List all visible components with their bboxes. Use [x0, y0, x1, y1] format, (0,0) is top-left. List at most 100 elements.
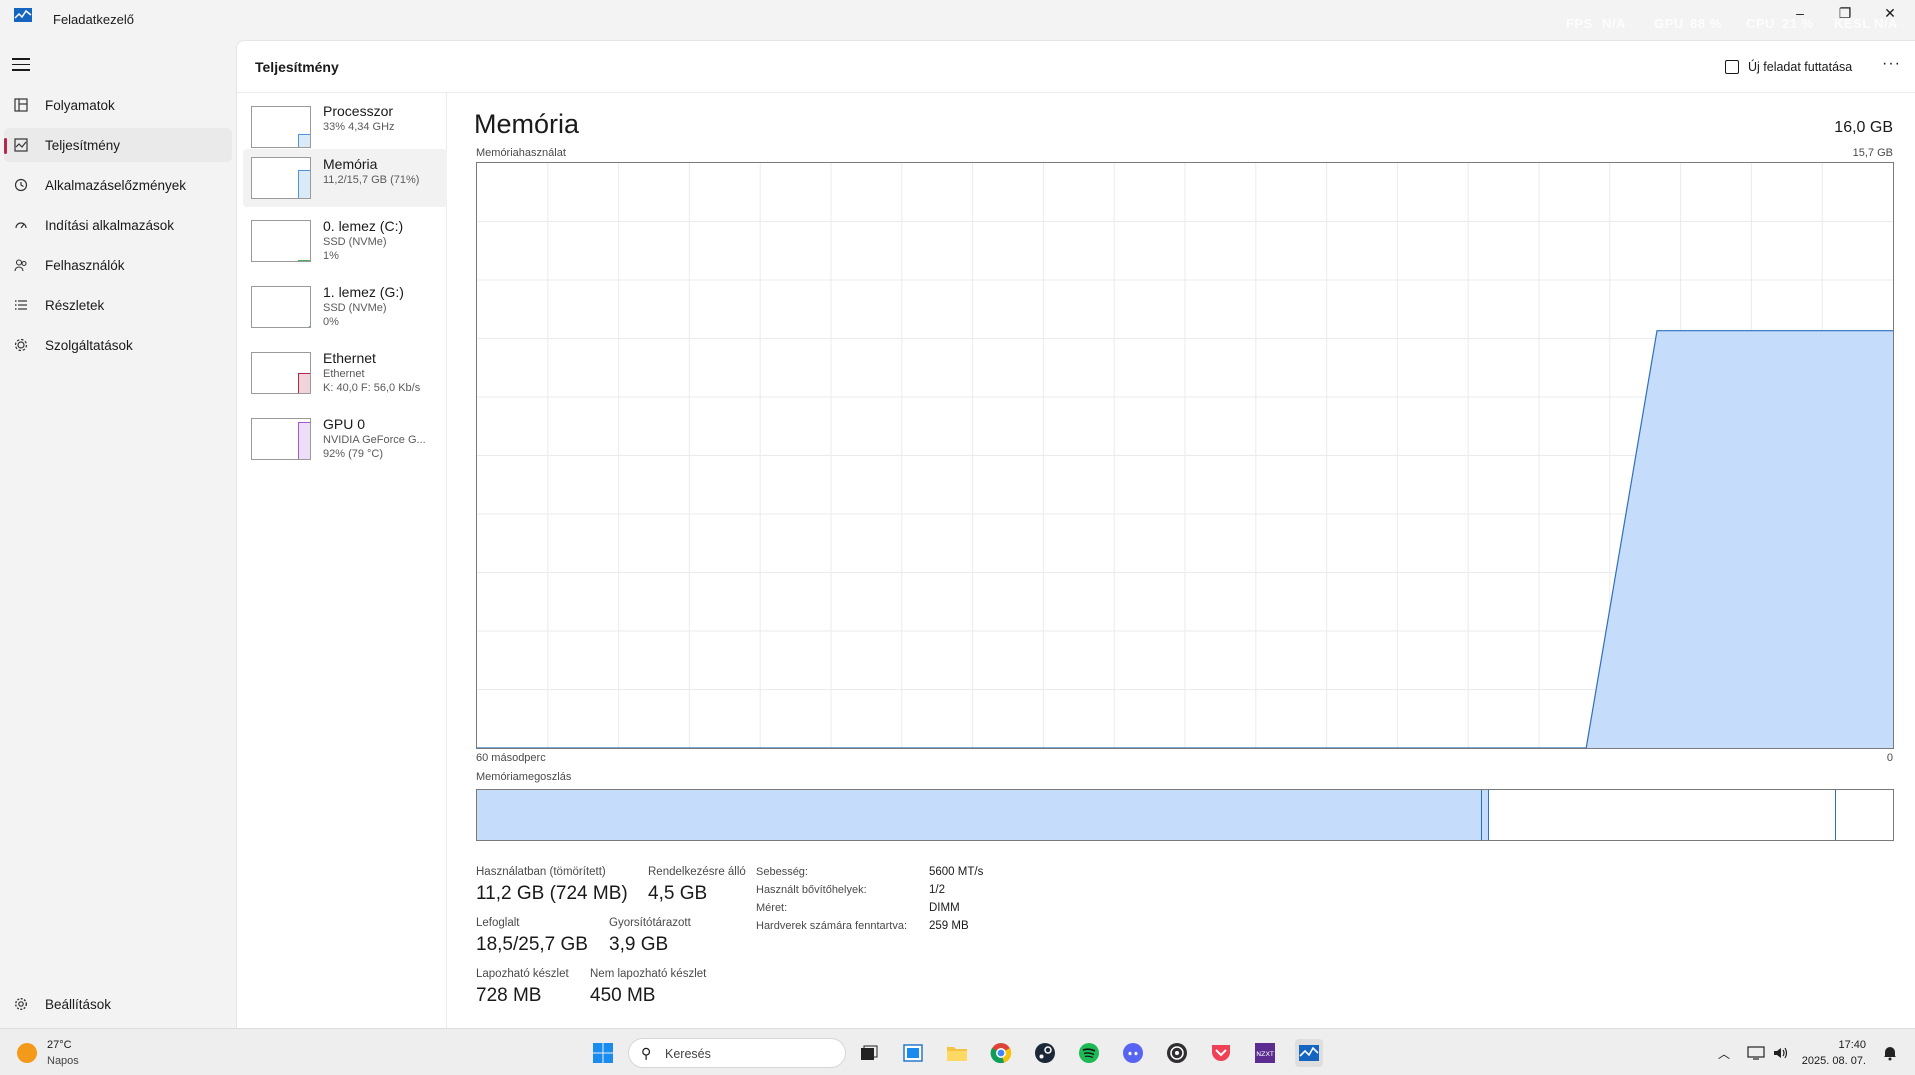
- file-explorer-icon[interactable]: [943, 1039, 971, 1067]
- overlay-gpu-value: 88 %: [1690, 16, 1722, 31]
- taskbar-search-box[interactable]: ⚲ Keresés: [628, 1038, 846, 1068]
- overlay-fps-label: FPS: [1566, 16, 1593, 31]
- spec-hw-reserved-label: Hardverek számára fenntartva:: [756, 920, 908, 932]
- sidebar-item-label: Folyamatok: [45, 97, 115, 113]
- device-name: Memória: [323, 156, 378, 172]
- composition-free: [1836, 790, 1893, 840]
- chrome-icon[interactable]: [987, 1039, 1015, 1067]
- startup-icon: [12, 216, 30, 234]
- sidebar-item-label: Szolgáltatások: [45, 337, 133, 353]
- usage-graph-label: Memóriahasználat: [476, 147, 566, 159]
- discord-icon[interactable]: [1119, 1039, 1147, 1067]
- volume-icon[interactable]: [1767, 1039, 1795, 1067]
- page-title: Teljesítmény: [255, 59, 339, 75]
- stat-nonpaged-pool-value: 450 MB: [590, 985, 656, 1006]
- sidebar-item-settings[interactable]: Beállítások: [4, 987, 232, 1021]
- more-options-button[interactable]: ···: [1882, 55, 1901, 73]
- device-name: Processzor: [323, 103, 394, 119]
- main-panel: Teljesítmény Új feladat futtatása ··· Pr…: [236, 40, 1915, 1029]
- network-icon[interactable]: [1742, 1039, 1770, 1067]
- sidebar-item-app-history[interactable]: Alkalmazáselőzmények: [4, 168, 232, 202]
- stat-available-value: 4,5 GB: [648, 883, 708, 904]
- device-item-disk-c[interactable]: 0. lemez (C:) SSD (NVMe) 1%: [243, 213, 447, 273]
- device-sub: Ethernet: [323, 368, 365, 380]
- device-item-memory[interactable]: Memória 11,2/15,7 GB (71%): [243, 149, 447, 207]
- run-new-task-button[interactable]: Új feladat futtatása: [1725, 55, 1852, 79]
- device-sub: NVIDIA GeForce G...: [323, 434, 426, 446]
- sidebar-item-services[interactable]: Szolgáltatások: [4, 328, 232, 362]
- spec-speed-value: 5600 MT/s: [929, 866, 984, 878]
- device-sub: 1%: [323, 250, 339, 262]
- new-task-icon: [1725, 60, 1739, 74]
- time-axis-start-label: 60 másodperc: [476, 752, 546, 764]
- composition-modified: [1482, 790, 1489, 840]
- task-manager-taskbar-icon[interactable]: [1295, 1039, 1323, 1067]
- start-windows-icon[interactable]: [589, 1039, 617, 1067]
- stat-in-use-label: Használatban (tömörített): [476, 866, 606, 878]
- sidebar-item-label: Indítási alkalmazások: [45, 217, 175, 233]
- clock-date[interactable]: 2025. 08. 07.: [1796, 1055, 1866, 1067]
- widgets-icon[interactable]: [899, 1039, 927, 1067]
- close-button[interactable]: ✕: [1868, 2, 1912, 24]
- stat-in-use-value: 11,2 GB (724 MB): [476, 883, 628, 904]
- spotify-icon[interactable]: [1075, 1039, 1103, 1067]
- header-divider: [237, 92, 1915, 93]
- svg-text:NZXT: NZXT: [1256, 1050, 1274, 1058]
- sidebar-item-label: Beállítások: [45, 996, 112, 1012]
- detail-title: Memória: [474, 109, 580, 139]
- sidebar-item-label: Teljesítmény: [45, 137, 121, 153]
- device-list: Processzor 33% 4,34 GHz Memória 11,2/15,…: [237, 93, 447, 1029]
- sidebar-item-users[interactable]: Felhasználók: [4, 248, 232, 282]
- device-item-ethernet[interactable]: Ethernet Ethernet K: 40,0 F: 56,0 Kb/s: [243, 345, 447, 405]
- run-new-task-label: Új feladat futtatása: [1748, 60, 1853, 74]
- sidebar-item-processes[interactable]: Folyamatok: [4, 88, 232, 122]
- stat-nonpaged-pool-label: Nem lapozható készlet: [590, 968, 707, 980]
- spec-form-factor-label: Méret:: [756, 902, 788, 914]
- device-sub: K: 40,0 F: 56,0 Kb/s: [323, 382, 421, 394]
- spec-speed-label: Sebesség:: [756, 866, 808, 878]
- device-item-cpu[interactable]: Processzor 33% 4,34 GHz: [243, 101, 447, 153]
- disk-c-thumbnail-graph: [251, 220, 311, 262]
- memory-composition-bar: [476, 789, 1894, 841]
- weather-temperature[interactable]: 27°C: [47, 1039, 72, 1051]
- composition-label: Memóriamegoszlás: [476, 771, 572, 783]
- spec-form-factor-value: DIMM: [929, 902, 960, 914]
- pocket-icon[interactable]: [1207, 1039, 1235, 1067]
- hamburger-menu-icon[interactable]: [12, 58, 30, 72]
- stat-cached-label: Gyorsítótárazott: [609, 917, 691, 929]
- device-item-gpu[interactable]: GPU 0 NVIDIA GeForce G... 92% (79 °C): [243, 411, 447, 471]
- maximize-button[interactable]: ❐: [1823, 2, 1867, 24]
- device-name: Ethernet: [323, 350, 376, 366]
- taskbar: 27°C Napos ⚲ Keresés NZXT ︿ 17:40 2025. …: [0, 1028, 1915, 1075]
- stat-paged-pool-label: Lapozható készlet: [476, 968, 569, 980]
- weather-condition[interactable]: Napos: [47, 1055, 79, 1067]
- composition-in-use: [477, 790, 1482, 840]
- spec-hw-reserved-value: 259 MB: [929, 920, 969, 932]
- sidebar-item-details[interactable]: Részletek: [4, 288, 232, 322]
- device-sub: SSD (NVMe): [323, 236, 387, 248]
- device-item-disk-g[interactable]: 1. lemez (G:) SSD (NVMe) 0%: [243, 279, 447, 339]
- obs-icon[interactable]: [1163, 1039, 1191, 1067]
- search-icon: ⚲: [641, 1045, 652, 1061]
- nzxt-cam-icon[interactable]: NZXT: [1251, 1039, 1279, 1067]
- spec-slots-label: Használt bővítőhelyek:: [756, 884, 867, 896]
- overlay-fps-value: N/A: [1602, 16, 1626, 31]
- steam-icon[interactable]: [1031, 1039, 1059, 1067]
- details-icon: [12, 296, 30, 314]
- task-view-icon[interactable]: [855, 1039, 883, 1067]
- performance-icon: [12, 136, 30, 154]
- notification-icon[interactable]: [1876, 1039, 1904, 1067]
- clock-time[interactable]: 17:40: [1808, 1039, 1866, 1051]
- sidebar-item-performance[interactable]: Teljesítmény: [4, 128, 232, 162]
- spec-slots-value: 1/2: [929, 884, 945, 896]
- chevron-up-icon[interactable]: ︿: [1710, 1039, 1738, 1067]
- stat-committed-label: Lefoglalt: [476, 917, 520, 929]
- device-name: GPU 0: [323, 416, 366, 432]
- processes-icon: [12, 96, 30, 114]
- sun-weather-icon[interactable]: [17, 1043, 37, 1063]
- sidebar-item-startup-apps[interactable]: Indítási alkalmazások: [4, 208, 232, 242]
- sidebar-item-label: Alkalmazáselőzmények: [45, 177, 187, 193]
- disk-g-thumbnail-graph: [251, 286, 311, 328]
- minimize-button[interactable]: –: [1778, 2, 1822, 24]
- composition-standby: [1489, 790, 1836, 840]
